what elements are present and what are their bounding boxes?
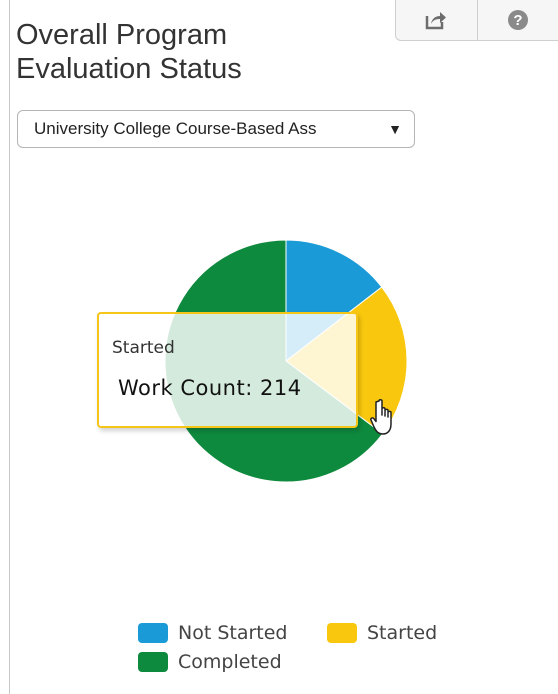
hand-cursor-icon: [370, 399, 392, 435]
legend-label: Started: [367, 622, 438, 644]
legend-label: Completed: [178, 651, 282, 673]
legend-item-completed[interactable]: Completed: [138, 651, 282, 673]
legend-item-not-started[interactable]: Not Started: [138, 622, 288, 644]
legend-item-started[interactable]: Started: [327, 622, 437, 644]
legend-swatch: [138, 623, 168, 643]
tooltip-label: Started: [112, 338, 175, 358]
tooltip-value: Work Count: 214: [118, 376, 302, 400]
legend-swatch: [138, 652, 168, 672]
legend-swatch: [327, 623, 357, 643]
legend-label: Not Started: [178, 622, 288, 644]
chart-tooltip: Started Work Count: 214: [97, 312, 358, 428]
